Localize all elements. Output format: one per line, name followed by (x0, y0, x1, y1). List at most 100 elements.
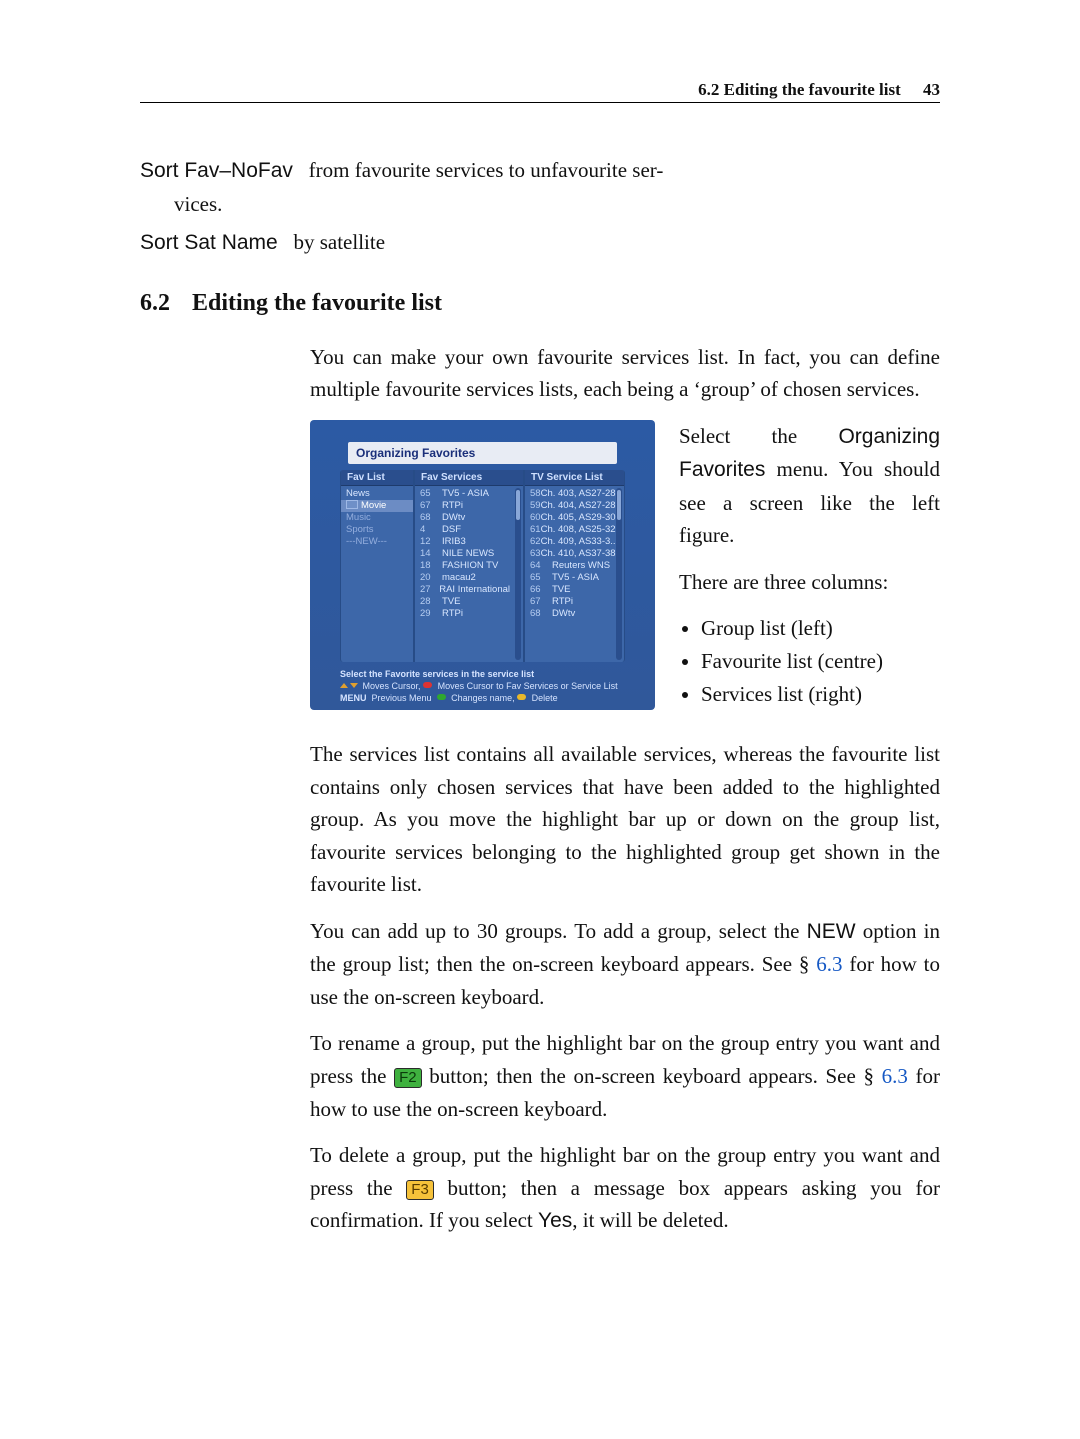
of-footer-line1: Select the Favorite services in the serv… (340, 669, 534, 679)
of-service-row[interactable]: 68DWtv (525, 608, 616, 620)
of-service-num: 28 (420, 596, 442, 608)
running-head: 6.2 Editing the favourite list 43 (698, 80, 940, 100)
page-number: 43 (923, 80, 940, 99)
figure-row: Organizing Favorites Fav List NewsMovieM… (310, 420, 940, 710)
of-service-num: 64 (530, 560, 552, 572)
of-footer-movescursor: Moves Cursor, (363, 681, 421, 691)
of-service-num: 61 (530, 524, 541, 536)
of-service-row[interactable]: 65TV5 - ASIA (525, 572, 616, 584)
of-service-row[interactable]: 14NILE NEWS (415, 548, 515, 560)
of-service-num: 12 (420, 536, 442, 548)
def-sort-fav-nofav: Sort Fav–NoFav from favourite services t… (140, 154, 940, 220)
of-group-label: Sports (346, 524, 373, 536)
of-service-row[interactable]: 29RTPi (415, 608, 515, 620)
of-service-row[interactable]: 61Ch. 408, AS25-32 (525, 524, 616, 536)
of-service-name: Ch. 408, AS25-32 (541, 524, 616, 536)
bullet-services-list: Services list (right) (701, 678, 940, 711)
of-group-row[interactable]: Music (341, 512, 413, 524)
of-service-num: 4 (420, 524, 442, 536)
of-service-num: 59 (530, 500, 541, 512)
of-service-row[interactable]: 64Reuters WNS (525, 560, 616, 572)
of-service-row[interactable]: 68DWtv (415, 512, 515, 524)
of-service-name: IRIB3 (442, 536, 466, 548)
of-service-row[interactable]: 60Ch. 405, AS29-30... (525, 512, 616, 524)
of-service-num: 67 (420, 500, 442, 512)
of-favservices-list[interactable]: 65TV5 - ASIA67RTPi68DWtv4DSF12IRIB314NIL… (415, 486, 515, 662)
of-service-row[interactable]: 59Ch. 404, AS27-28... (525, 500, 616, 512)
of-groups-list[interactable]: NewsMovieMusicSports---NEW--- (341, 486, 413, 662)
of-service-row[interactable]: 27RAI International (415, 584, 515, 596)
of-service-name: RTPi (552, 596, 573, 608)
of-service-name: Ch. 404, AS27-28... (541, 500, 616, 512)
def-desc-line1: from favourite services to unfavourite s… (298, 158, 663, 182)
of-service-row[interactable]: 4DSF (415, 524, 515, 536)
of-group-label: News (346, 488, 370, 500)
of-service-row[interactable]: 58Ch. 403, AS27-28... (525, 488, 616, 500)
of-service-row[interactable]: 28TVE (415, 596, 515, 608)
of-group-row[interactable]: ---NEW--- (341, 536, 413, 548)
scrollbar[interactable] (616, 488, 622, 660)
of-service-row[interactable]: 20macau2 (415, 572, 515, 584)
bullet-group-list: Group list (left) (701, 612, 940, 645)
of-service-name: Ch. 403, AS27-28... (541, 488, 616, 500)
link-section-6-3[interactable]: 6.3 (816, 952, 842, 976)
link-section-6-3[interactable]: 6.3 (882, 1064, 908, 1088)
f3-key-icon: F3 (406, 1180, 434, 1200)
of-service-num: 60 (530, 512, 541, 524)
of-group-row[interactable]: Sports (341, 524, 413, 536)
of-service-num: 63 (530, 548, 541, 560)
of-screenshot: Organizing Favorites Fav List NewsMovieM… (310, 420, 655, 710)
of-col-head-favservices: Fav Services (415, 470, 523, 486)
of-group-label: Movie (361, 500, 386, 512)
scrollbar[interactable] (515, 488, 521, 660)
section-title: Editing the favourite list (192, 290, 442, 316)
of-group-row[interactable]: Movie (341, 500, 413, 512)
of-service-row[interactable]: 66TVE (525, 584, 616, 596)
of-service-row[interactable]: 63Ch. 410, AS37-38... (525, 548, 616, 560)
figure-side-text: Select the Organizing Favorites menu. Yo… (679, 420, 940, 710)
red-dot-icon (423, 682, 432, 688)
content: Sort Fav–NoFav from favourite services t… (140, 154, 940, 1238)
of-service-row[interactable]: 18FASHION TV (415, 560, 515, 572)
of-service-row[interactable]: 67RTPi (525, 596, 616, 608)
of-service-name: DSF (442, 524, 461, 536)
of-service-num: 20 (420, 572, 442, 584)
of-columns: Fav List NewsMovieMusicSports---NEW--- F… (340, 470, 625, 662)
of-service-num: 68 (530, 608, 552, 620)
of-group-row[interactable]: News (341, 488, 413, 500)
of-footer-changesname: Changes name, (451, 693, 515, 703)
definition-list: Sort Fav–NoFav from favourite services t… (140, 154, 940, 260)
of-service-row[interactable]: 62Ch. 409, AS33-3... (525, 536, 616, 548)
def-sort-sat-name: Sort Sat Name by satellite (140, 226, 940, 260)
intro-paragraph: You can make your own favourite services… (310, 341, 940, 406)
of-group-label: ---NEW--- (346, 536, 387, 548)
of-service-num: 27 (420, 584, 439, 596)
of-service-row[interactable]: 12IRIB3 (415, 536, 515, 548)
p-services-list: The services list contains all available… (310, 738, 940, 901)
ui-yes: Yes (538, 1209, 572, 1232)
of-footer-prevmenu: Previous Menu (372, 693, 432, 703)
def-term: Sort Fav–NoFav (140, 159, 293, 182)
of-service-row[interactable]: 67RTPi (415, 500, 515, 512)
of-tvservices-list[interactable]: 58Ch. 403, AS27-28...59Ch. 404, AS27-28.… (525, 486, 616, 662)
of-col-tvservices: TV Service List 58Ch. 403, AS27-28...59C… (524, 470, 625, 662)
of-footer-movescursor2: Moves Cursor to Fav Services or Service … (438, 681, 618, 691)
of-group-label: Music (346, 512, 371, 524)
def-desc-line2: vices. (174, 188, 940, 221)
of-service-num: 68 (420, 512, 442, 524)
page: 6.2 Editing the favourite list 43 Sort F… (0, 0, 1080, 1439)
of-service-name: RAI International (439, 584, 510, 596)
arrow-up-icon (340, 683, 348, 688)
of-service-num: 65 (530, 572, 552, 584)
of-service-name: FASHION TV (442, 560, 498, 572)
running-head-title: 6.2 Editing the favourite list (698, 80, 901, 99)
of-col-favservices: Fav Services 65TV5 - ASIA67RTPi68DWtv4DS… (414, 470, 524, 662)
of-service-num: 14 (420, 548, 442, 560)
header-rule (140, 102, 940, 103)
side-p2: There are three columns: (679, 566, 940, 599)
of-service-name: RTPi (442, 608, 463, 620)
of-service-row[interactable]: 65TV5 - ASIA (415, 488, 515, 500)
p-add-group: You can add up to 30 groups. To add a gr… (310, 915, 940, 1014)
of-service-name: TVE (552, 584, 570, 596)
columns-bullets: Group list (left) Favourite list (centre… (679, 612, 940, 710)
